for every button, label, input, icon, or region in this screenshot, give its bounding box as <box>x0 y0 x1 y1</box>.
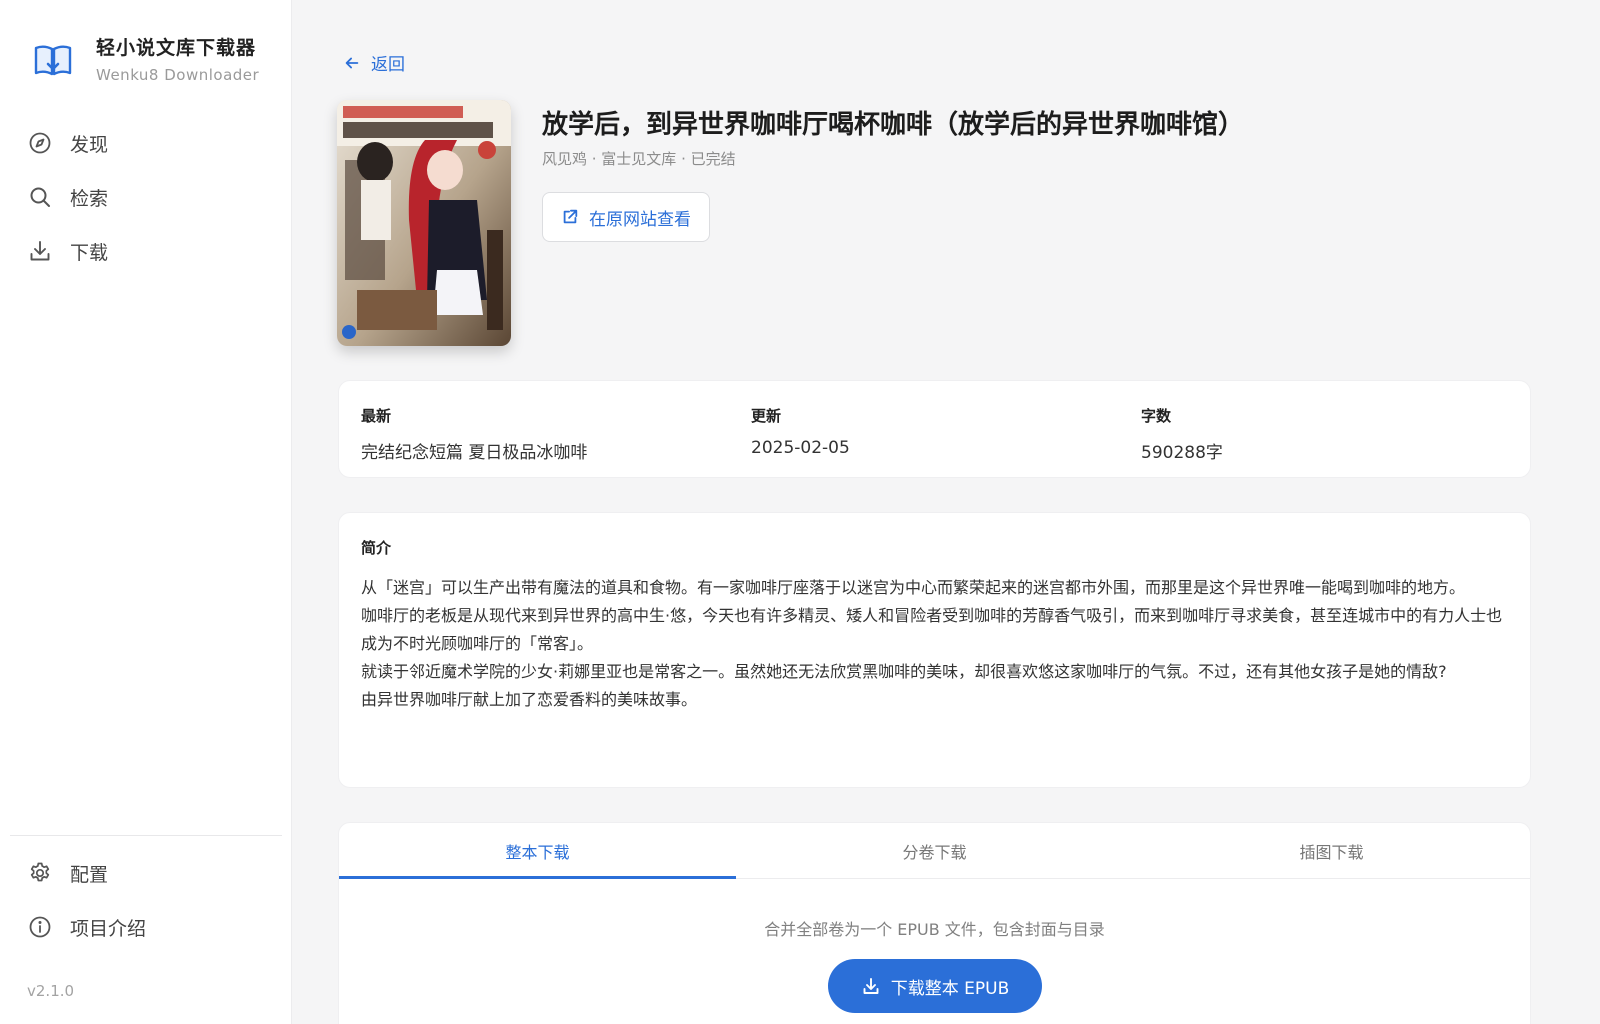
sidebar-item-about[interactable]: 项目介绍 <box>28 900 278 954</box>
download-epub-button[interactable]: 下载整本 EPUB <box>828 959 1042 1013</box>
synopsis-paragraph: 咖啡厅的老板是从现代来到异世界的高中生·悠，今天也有许多精灵、矮人和冒险者受到咖… <box>361 606 1503 653</box>
external-link-label: 在原网站查看 <box>589 209 691 230</box>
sidebar-item-discover[interactable]: 发现 <box>28 116 278 170</box>
words-value: 590288字 <box>1141 443 1223 463</box>
tab-full-download[interactable]: 整本下载 <box>339 823 736 878</box>
tab-illustration-download[interactable]: 插图下载 <box>1133 823 1530 878</box>
cover-illustration <box>337 100 511 346</box>
sidebar-bottom-nav: 配置 项目介绍 <box>28 846 278 954</box>
download-icon <box>30 241 50 261</box>
book-info-card: 最新 完结纪念短篇 夏日极品冰咖啡 更新 2025-02-05 字数 59028… <box>338 380 1531 478</box>
arrow-left-icon <box>345 57 359 68</box>
sidebar-item-label: 配置 <box>70 863 109 886</box>
active-tab-indicator <box>339 876 736 879</box>
book-logo-icon <box>34 45 72 76</box>
external-link-icon <box>563 209 578 224</box>
tab-volume-download[interactable]: 分卷下载 <box>736 823 1133 878</box>
search-icon <box>30 187 50 207</box>
sidebar-item-label: 发现 <box>70 133 109 156</box>
book-title: 放学后，到异世界咖啡厅喝杯咖啡（放学后的异世界咖啡馆） <box>542 110 1245 140</box>
back-button[interactable]: 返回 <box>343 50 405 75</box>
compass-icon <box>29 132 51 154</box>
download-button-label: 下载整本 EPUB <box>890 978 1010 999</box>
updated-value: 2025-02-05 <box>751 438 850 458</box>
updated-date: 更新 2025-02-05 <box>751 405 850 458</box>
synopsis-card: 简介 从「迷宫」可以生产出带有魔法的道具和食物。有一家咖啡厅座落于以迷宫为中心而… <box>338 512 1531 788</box>
app-title: 轻小说文库下载器 <box>96 37 257 59</box>
download-description: 合并全部卷为一个 EPUB 文件，包含封面与目录 <box>764 920 1105 939</box>
latest-label: 最新 <box>361 407 392 425</box>
latest-chapter: 最新 完结纪念短篇 夏日极品冰咖啡 <box>361 405 587 463</box>
sidebar-item-settings[interactable]: 配置 <box>28 846 278 900</box>
sidebar-item-download[interactable]: 下载 <box>28 224 278 278</box>
sidebar-item-label: 检索 <box>70 187 109 210</box>
brand: 轻小说文库下载器 Wenku8 Downloader <box>32 36 259 84</box>
sidebar: 轻小说文库下载器 Wenku8 Downloader 发现 检索 下载 配置 项… <box>0 0 292 1024</box>
info-icon <box>29 916 51 938</box>
book-meta: 风见鸡 · 富士见文库 · 已完结 <box>542 150 736 168</box>
back-label: 返回 <box>371 55 405 75</box>
synopsis-title: 简介 <box>361 539 392 557</box>
sidebar-divider <box>10 835 282 836</box>
book-cover-image <box>337 100 511 346</box>
version-label: v2.1.0 <box>27 982 75 1000</box>
word-count: 字数 590288字 <box>1141 405 1223 463</box>
sidebar-item-label: 项目介绍 <box>70 917 147 940</box>
words-label: 字数 <box>1141 407 1172 425</box>
synopsis-paragraph: 从「迷宫」可以生产出带有魔法的道具和食物。有一家咖啡厅座落于以迷宫为中心而繁荣起… <box>361 578 1466 597</box>
gear-icon <box>30 862 50 882</box>
download-card: 整本下载 分卷下载 插图下载 合并全部卷为一个 EPUB 文件，包含封面与目录 … <box>338 822 1531 1024</box>
synopsis-paragraph: 就读于邻近魔术学院的少女·莉娜里亚也是常客之一。虽然她还无法欣赏黑咖啡的美味，却… <box>361 662 1447 681</box>
download-tabs: 整本下载 分卷下载 插图下载 <box>339 823 1530 879</box>
app-subtitle: Wenku8 Downloader <box>96 66 260 84</box>
download-icon <box>863 978 879 994</box>
view-on-original-site-button[interactable]: 在原网站查看 <box>542 192 710 242</box>
sidebar-item-label: 下载 <box>70 241 109 264</box>
sidebar-nav: 发现 检索 下载 <box>28 116 278 278</box>
latest-value: 完结纪念短篇 夏日极品冰咖啡 <box>361 443 588 463</box>
updated-label: 更新 <box>751 407 782 425</box>
synopsis-paragraph: 由异世界咖啡厅献上加了恋爱香料的美味故事。 <box>361 690 698 709</box>
sidebar-item-search[interactable]: 检索 <box>28 170 278 224</box>
